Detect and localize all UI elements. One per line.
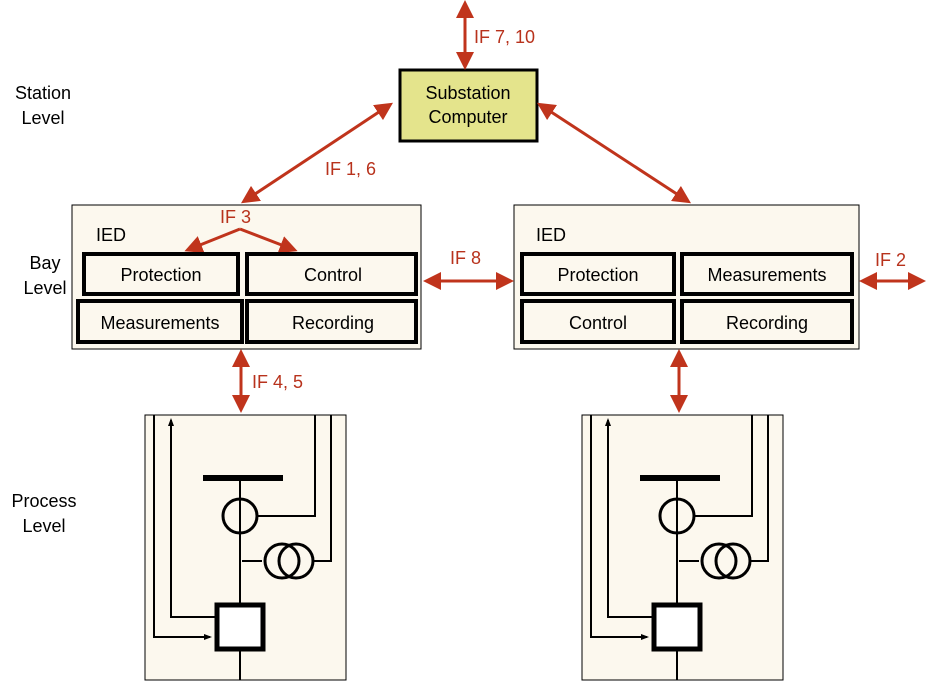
if-4-5-label: IF 4, 5 [252,372,303,392]
substation-label-1: Substation [425,83,510,103]
if-7-10-label: IF 7, 10 [474,27,535,47]
if-1-6-arrow [240,102,394,204]
substation-label-2: Computer [428,107,507,127]
station-right-ied-arrow [536,102,692,204]
bay-level-label: Bay Level [23,253,66,298]
substation-architecture-diagram: Station Level Bay Level Process Level Subst… [11,0,926,685]
right-process-bay [582,415,783,680]
substation-computer: Substation Computer [398,68,539,143]
module-label: Measurements [100,313,219,333]
if-1-6-label: IF 1, 6 [325,159,376,179]
module-label: Control [304,265,362,285]
if-3-label: IF 3 [220,207,251,227]
if-2-label: IF 2 [875,250,906,270]
left-process-bay [144,414,347,681]
module-label: Measurements [707,265,826,285]
module-label: Recording [292,313,374,333]
station-level-label: Station Level [15,83,71,128]
ied-title: IED [536,225,566,245]
process-level-label: Process Level [11,491,76,536]
ied-title: IED [96,225,126,245]
busbar-icon [203,475,283,481]
module-label: Control [569,313,627,333]
if-8-label: IF 8 [450,248,481,268]
module-label: Recording [726,313,808,333]
right-ied: IED Protection Measurements Control Reco… [513,204,860,350]
left-ied: IED IF 3 Protection Control Measurements… [71,204,422,350]
circuit-breaker-icon [214,602,266,652]
module-label: Protection [120,265,201,285]
module-label: Protection [557,265,638,285]
